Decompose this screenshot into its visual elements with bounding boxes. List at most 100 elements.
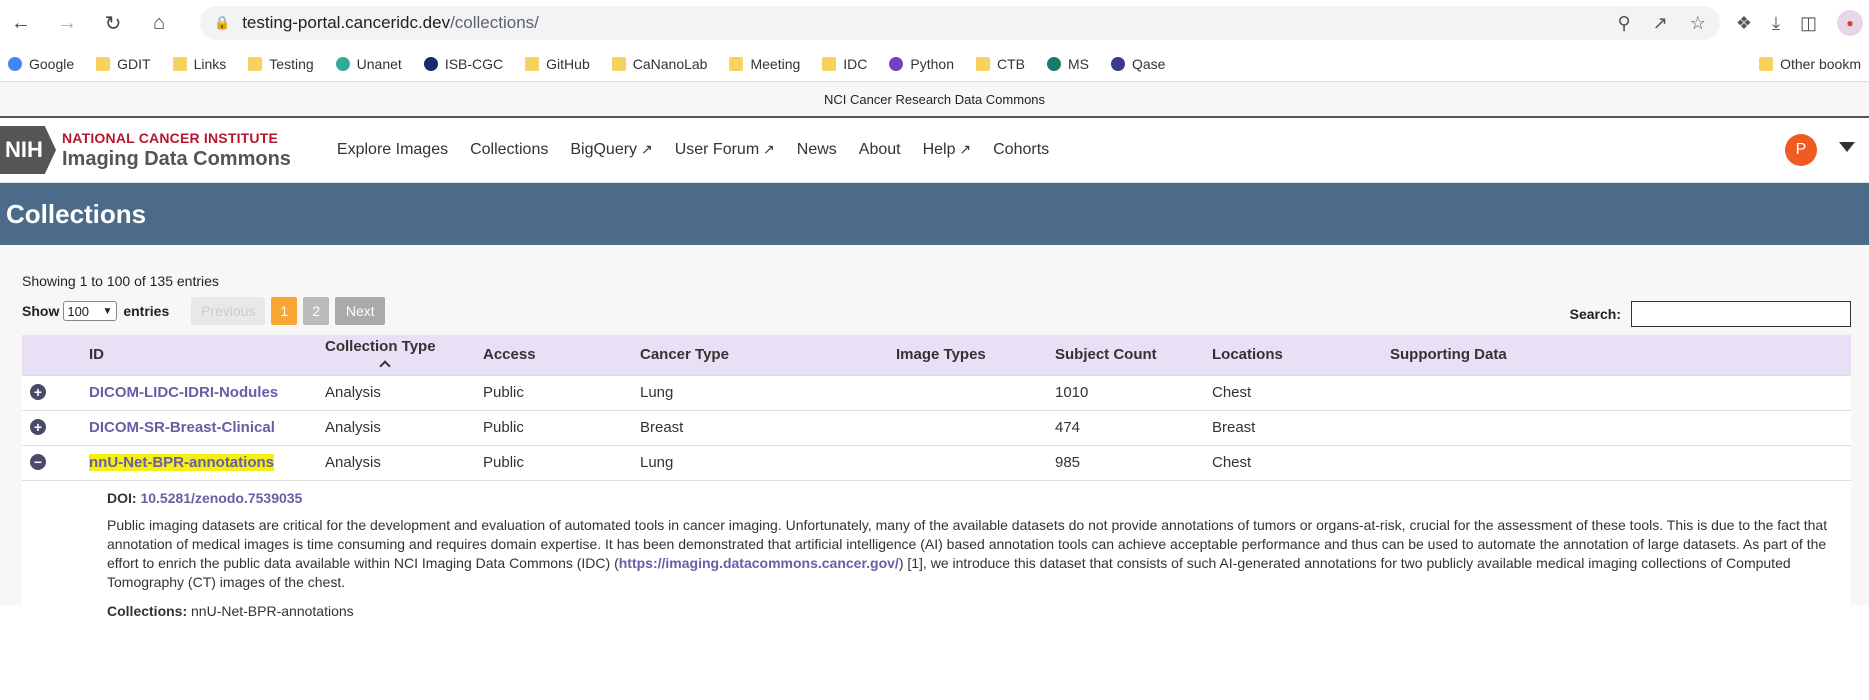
page-button-1[interactable]: 1 (271, 297, 298, 325)
extensions-icon[interactable]: ❖ (1736, 13, 1752, 34)
folder-icon (172, 56, 187, 71)
bookmark-label: GitHub (546, 55, 590, 72)
isb-icon (423, 56, 438, 71)
other-bookmarks[interactable]: Other bookm (1759, 56, 1861, 72)
bookmark-item[interactable]: Meeting (729, 56, 800, 72)
nav-help[interactable]: Help ↗ (923, 141, 972, 159)
collection-id-link[interactable]: DICOM-LIDC-IDRI-Nodules (89, 384, 278, 401)
nav-label: Collections (470, 141, 549, 158)
bookmark-item[interactable]: Testing (248, 56, 314, 72)
user-avatar[interactable]: P (1785, 134, 1817, 166)
forward-icon[interactable]: → (52, 8, 82, 38)
nav-cohorts[interactable]: Cohorts (993, 141, 1049, 159)
sharepoint-icon (1047, 56, 1061, 71)
bookmark-item[interactable]: Links (172, 55, 227, 72)
bookmark-item[interactable]: MS (1047, 56, 1089, 72)
collapse-row-icon[interactable]: − (30, 454, 46, 470)
bookmark-label: Google (29, 55, 75, 72)
collection-id-link[interactable]: nnU-Net-BPR-annotations (89, 454, 274, 471)
col-header-cancer-type[interactable]: Cancer Type (640, 335, 896, 375)
back-icon[interactable]: ← (6, 8, 36, 38)
nav-collections[interactable]: Collections (470, 141, 548, 159)
nci-logo[interactable]: NIH NATIONAL CANCER INSTITUTE Imaging Da… (0, 118, 291, 183)
bookmark-item[interactable]: Google (8, 56, 74, 72)
folder-icon (96, 56, 111, 71)
nav-label: Cohorts (993, 141, 1050, 158)
bookmark-item[interactable]: CaNanoLab (611, 56, 707, 72)
cell-collection-type: Analysis (325, 374, 483, 410)
doi-link[interactable]: 10.5281/zenodo.7539035 (140, 490, 302, 506)
star-icon[interactable]: ☆ (1690, 13, 1706, 34)
other-bookmarks-label: Other bookm (1780, 55, 1861, 72)
expand-row-icon[interactable]: + (30, 384, 46, 400)
download-icon[interactable]: ⤓ (1772, 13, 1780, 34)
page-button-2[interactable]: 2 (303, 297, 330, 325)
cell-locations: Chest (1212, 374, 1390, 410)
table-row: − nnU-Net-BPR-annotations Analysis Public Lu… (22, 444, 1851, 480)
entries-label: entries (123, 303, 170, 319)
cell-cancer-type: Lung (640, 374, 896, 410)
bookmark-item[interactable]: Qase (1111, 56, 1165, 72)
table-info: Showing 1 to 100 of 135 entries (22, 273, 219, 289)
share-icon[interactable]: ↗ (1653, 13, 1668, 34)
nav-about[interactable]: About (859, 141, 901, 159)
bookmark-label: Links (193, 55, 227, 72)
folder-icon (822, 56, 837, 71)
external-link-icon: ↗ (955, 141, 972, 157)
browser-toolbar: ← → ↻ ⌂ 🔒 testing-portal.canceridc.dev/c… (0, 0, 1869, 46)
search-input[interactable] (1631, 301, 1851, 327)
sidepanel-icon[interactable]: ◫ (1800, 13, 1817, 34)
bookmark-item[interactable]: ISB-CGC (423, 56, 503, 72)
col-header-locations[interactable]: Locations (1212, 335, 1390, 375)
folder-icon (248, 56, 263, 71)
nih-logo: NIH (0, 126, 56, 174)
cell-supporting-data (1390, 409, 1851, 445)
table-header-row: ID Collection Type Access Cancer Type Im… (22, 335, 1851, 375)
nav-label: About (858, 141, 901, 158)
table-row: + DICOM-LIDC-IDRI-Nodules Analysis Public Lu… (22, 374, 1851, 410)
bookmark-item[interactable]: CTB (976, 56, 1025, 72)
col-header-supporting-data[interactable]: Supporting Data (1390, 335, 1851, 375)
address-bar[interactable]: 🔒 testing-portal.canceridc.dev/collectio… (200, 6, 1720, 40)
nav-bigquery[interactable]: BigQuery ↗ (570, 141, 652, 159)
zoom-icon[interactable]: ⚲ (1617, 13, 1630, 34)
sort-asc-icon (379, 360, 391, 372)
col-header-id[interactable]: ID (89, 335, 325, 375)
bookmark-item[interactable]: IDC (822, 56, 867, 72)
bookmark-item[interactable]: Unanet (335, 56, 402, 72)
nav-label: User Forum (674, 141, 760, 158)
bookmark-item[interactable]: GDIT (96, 56, 151, 72)
bookmark-item[interactable]: GitHub (525, 56, 590, 72)
cell-supporting-data (1390, 374, 1851, 410)
page-title-bar: Collections (0, 183, 1869, 245)
home-icon[interactable]: ⌂ (144, 8, 174, 38)
collection-id-link[interactable]: DICOM-SR-Breast-Clinical (89, 419, 275, 436)
chevron-down-icon[interactable] (1839, 142, 1855, 152)
doi-label: DOI: (107, 489, 137, 506)
col-header-access[interactable]: Access (483, 335, 640, 375)
table-row: + DICOM-SR-Breast-Clinical Analysis Public B… (22, 409, 1851, 445)
folder-icon (729, 56, 744, 71)
collection-description: Public imaging datasets are critical for… (107, 516, 1851, 592)
entries-select[interactable]: 100 ▼ (63, 301, 118, 321)
crdc-banner: NCI Cancer Research Data Commons (0, 82, 1869, 118)
cell-subject-count: 1010 (1055, 374, 1212, 410)
previous-button[interactable]: Previous (191, 297, 266, 325)
idc-portal-link[interactable]: https://imaging.datacommons.cancer.gov/ (619, 555, 899, 571)
col-header-image-types[interactable]: Image Types (896, 335, 1055, 375)
bookmark-item[interactable]: Python (889, 56, 954, 72)
nav-news[interactable]: News (797, 141, 837, 159)
search-label: Search: (1569, 306, 1621, 322)
nav-user-forum[interactable]: User Forum ↗ (675, 141, 775, 159)
profile-icon[interactable]: ● (1837, 10, 1863, 36)
expand-row-icon[interactable]: + (30, 419, 46, 435)
collections-label: Collections: (107, 602, 188, 619)
reload-icon[interactable]: ↻ (98, 8, 128, 38)
pagination: Previous 1 2 Next (191, 297, 386, 325)
col-header-collection-type[interactable]: Collection Type (325, 335, 483, 375)
next-button[interactable]: Next (335, 297, 386, 325)
nav-explore-images[interactable]: Explore Images (337, 141, 448, 159)
bookmark-label: IDC (843, 55, 868, 72)
col-header-subject-count[interactable]: Subject Count (1055, 335, 1212, 375)
url-host: testing-portal.canceridc.dev (242, 13, 451, 32)
